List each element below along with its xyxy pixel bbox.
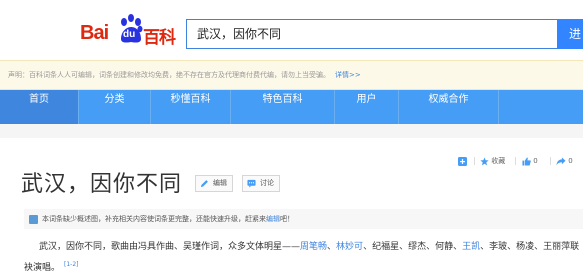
discuss-label: 讨论 — [260, 179, 274, 187]
star-icon — [480, 156, 489, 165]
pencil-icon — [200, 180, 208, 188]
favorite-label: 收藏 — [491, 157, 506, 165]
search-input[interactable]: 武汉，因你不同 — [186, 19, 558, 49]
summary-text: 、纪福星、缪杰、何静、 — [363, 242, 463, 252]
logo-bai-text: Bai — [80, 22, 109, 44]
missing-image-prompt: 本词条缺少概述图，补充相关内容使词条更完整，还能快速升级，赶紧来编辑吧！ — [24, 209, 583, 229]
nav-item-home[interactable]: 首页 — [0, 90, 78, 124]
edit-button[interactable]: 编辑 — [195, 175, 233, 192]
logo-du-text: du — [123, 29, 136, 40]
pencil-badge-icon — [29, 215, 38, 224]
notice-bar: 声明：百科词条人人可编辑，词条创建和修改均免费，绝不存在官方及代理商付费代编，请… — [0, 60, 583, 90]
entry-card: 收藏 0 0 武汉，因你不同 编辑 讨论 本词条缺少概述图，补充相关内容使词条更… — [0, 138, 583, 277]
nav-divider — [498, 90, 499, 124]
header: Bai du 百科 武汉，因你不同 进 — [0, 0, 583, 60]
toolbar-divider — [515, 157, 516, 165]
like-button[interactable]: 0 — [522, 154, 538, 168]
prompt-edit-link[interactable]: 编辑 — [266, 215, 280, 223]
thumbs-up-icon — [522, 157, 531, 166]
baidu-baike-logo[interactable]: Bai du 百科 — [80, 12, 180, 48]
like-count: 0 — [533, 157, 538, 165]
share-button[interactable]: 0 — [556, 154, 573, 168]
nav-item-miaodong[interactable]: 秒懂百科 — [151, 90, 230, 124]
entry-title: 武汉，因你不同 — [21, 172, 183, 197]
prompt-tail: 吧！ — [280, 215, 294, 223]
notice-text: 声明：百科词条人人可编辑，词条创建和修改均免费，绝不存在官方及代理商付费代编，请… — [8, 71, 330, 79]
notice-more-link[interactable]: 详情>> — [335, 71, 361, 79]
chat-bubble-icon — [247, 179, 256, 188]
artist-link-zhou-bichang[interactable]: 周笔畅 — [300, 242, 327, 252]
artist-link-lin-miaoke[interactable]: 林妙可 — [336, 242, 363, 252]
entry-summary: 武汉，因你不同，歌曲由冯具作曲、吴瑾作词，众多文体明星——周笔畅、林妙可、纪福星… — [24, 239, 583, 277]
summary-text: 武汉，因你不同，歌曲由冯具作曲、吴瑾作词，众多文体明星—— — [39, 242, 301, 252]
share-count: 0 — [568, 157, 573, 165]
search-button[interactable]: 进 — [557, 19, 583, 49]
summary-separator: 、 — [327, 242, 337, 252]
plus-square-icon — [458, 156, 467, 166]
nav-item-featured[interactable]: 特色百科 — [231, 90, 334, 124]
toolbar-divider — [550, 157, 551, 165]
nav-item-partners[interactable]: 权威合作 — [399, 90, 498, 124]
nav-item-category[interactable]: 分类 — [79, 90, 150, 124]
discuss-button[interactable]: 讨论 — [242, 175, 280, 192]
reference-link[interactable]: [1-2] — [64, 261, 78, 268]
nav-item-users[interactable]: 用户 — [335, 90, 398, 124]
add-entry-button[interactable] — [458, 154, 467, 168]
artist-link-wang-kai[interactable]: 王凯 — [462, 242, 480, 252]
logo-baike-text: 百科 — [143, 28, 176, 48]
prompt-text: 本词条缺少概述图，补充相关内容使词条更完整，还能快速升级，赶紧来 — [42, 215, 266, 223]
edit-label: 编辑 — [213, 179, 227, 187]
share-icon — [556, 157, 566, 165]
favorite-button[interactable]: 收藏 — [480, 154, 505, 168]
toolbar-divider — [474, 157, 475, 165]
main-nav: 首页 分类 秒懂百科 特色百科 用户 权威合作 — [0, 90, 583, 124]
